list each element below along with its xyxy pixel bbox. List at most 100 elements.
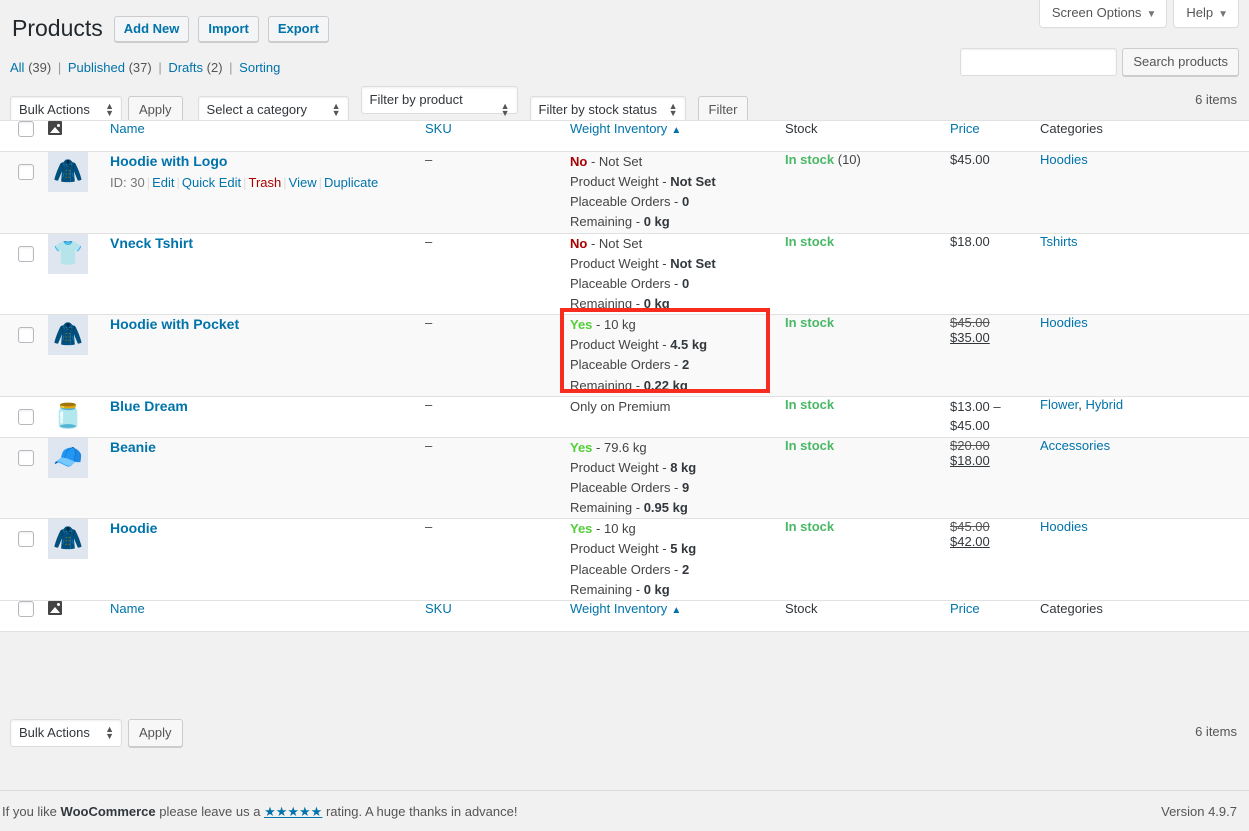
- weight-inventory-flag-line: Yes - 10 kg: [570, 521, 636, 537]
- stock-status: In stock: [785, 233, 835, 249]
- import-button[interactable]: Import: [198, 15, 259, 43]
- weight-inventory-flag-line: Yes - 79.6 kg: [570, 439, 647, 455]
- view-count-drafts: (2): [206, 60, 223, 75]
- price-column-header[interactable]: Price: [950, 120, 1040, 152]
- sort-name-link-footer[interactable]: Name: [110, 601, 145, 616]
- sku-column-header[interactable]: SKU: [425, 120, 570, 152]
- view-count-all: (39): [28, 60, 52, 75]
- category-link-hoodies[interactable]: Hoodies: [1040, 152, 1088, 167]
- stock-cell: In stock: [785, 396, 950, 437]
- row-checkbox[interactable]: [18, 327, 34, 344]
- row-action-separator: |: [283, 175, 287, 191]
- table-head: Name SKU Weight Inventory ▲ Stock Price C…: [0, 120, 1249, 152]
- export-button[interactable]: Export: [267, 15, 330, 43]
- sort-sku-link-footer[interactable]: SKU: [425, 601, 452, 616]
- product-name-cell: Vneck Tshirt: [110, 233, 425, 315]
- name-column-header[interactable]: Name: [110, 120, 425, 152]
- price-column-footer[interactable]: Price: [950, 599, 1040, 632]
- row-checkbox[interactable]: [18, 245, 34, 262]
- remaining-line: Remaining - 0 kg: [570, 581, 670, 597]
- product-type-select[interactable]: Filter by product type: [360, 86, 518, 133]
- product-title-link[interactable]: Hoodie with Logo: [110, 152, 425, 170]
- weight-inventory-column-footer[interactable]: Weight Inventory ▲: [570, 599, 785, 632]
- row-checkbox[interactable]: [18, 164, 34, 180]
- weight-inventory-flag: Yes: [570, 521, 593, 537]
- stock-status: In stock: [785, 315, 835, 331]
- category-link-accessories[interactable]: Accessories: [1040, 438, 1110, 453]
- sort-weight-inventory-link-footer[interactable]: Weight Inventory: [570, 601, 667, 616]
- screen-options-button[interactable]: Screen Options ▼: [1038, 0, 1168, 28]
- product-title-link[interactable]: Beanie: [110, 438, 425, 456]
- hoodie-pocket-thumb: 🧥: [48, 315, 88, 356]
- stock-cell: In stock: [785, 315, 950, 397]
- page-title-row: Products Add New Import Export: [12, 14, 330, 44]
- search-products-button[interactable]: Search products: [1122, 48, 1239, 76]
- sort-price-link[interactable]: Price: [950, 121, 980, 136]
- help-label: Help: [1186, 5, 1214, 20]
- rating-stars-link[interactable]: ★★★★★: [264, 804, 322, 819]
- weight-inventory-cell: Yes - 10 kg Product Weight - 5 kg Placeabl…: [570, 519, 785, 601]
- category-link-hoodies[interactable]: Hoodies: [1040, 315, 1088, 330]
- category-link-tshirts[interactable]: Tshirts: [1040, 234, 1078, 249]
- admin-page: Screen Options ▼ Help ▼ Products Add New I…: [0, 0, 1249, 831]
- hoodie-logo-thumb: 🧥: [48, 152, 88, 192]
- view-separator: |: [158, 60, 162, 75]
- bulk-actions-select-wrap-bottom: Bulk Actions ▲ ▼: [10, 719, 122, 747]
- product-title-link[interactable]: Blue Dream: [110, 397, 425, 415]
- view-link-all[interactable]: All: [10, 60, 24, 75]
- sort-weight-inventory-link[interactable]: Weight Inventory: [570, 121, 667, 136]
- sort-name-link[interactable]: Name: [110, 121, 145, 136]
- sku-cell: –: [425, 396, 570, 437]
- product-title-link[interactable]: Vneck Tshirt: [110, 234, 425, 252]
- categories-column-header: Categories: [1040, 120, 1249, 152]
- row-action-view[interactable]: View: [289, 175, 317, 190]
- row-action-edit[interactable]: Edit: [152, 175, 174, 190]
- product-weight-line: Product Weight - 4.5 kg: [570, 337, 708, 353]
- weight-inventory-column-header[interactable]: Weight Inventory ▲: [570, 120, 785, 152]
- add-new-button[interactable]: Add New: [113, 15, 190, 43]
- category-link-hoodies[interactable]: Hoodies: [1040, 519, 1088, 534]
- sku-column-footer[interactable]: SKU: [425, 599, 570, 632]
- table-row: 🧢 Beanie – Yes - 79.6 kg Product Weight - 8 …: [0, 437, 1249, 519]
- weight-inventory-cell: Yes - 10 kg Product Weight - 4.5 kg Placea…: [570, 315, 785, 397]
- product-weight-line: Product Weight - 8 kg: [570, 459, 697, 475]
- category-link-hybrid[interactable]: Hybrid: [1086, 397, 1124, 412]
- sort-price-link-footer[interactable]: Price: [950, 601, 980, 616]
- product-weight-value: Not Set: [670, 255, 716, 271]
- screen-meta-links: Screen Options ▼ Help ▼: [1038, 0, 1239, 28]
- view-link-sorting[interactable]: Sorting: [239, 60, 280, 75]
- sku-cell: –: [425, 437, 570, 519]
- help-button[interactable]: Help ▼: [1173, 0, 1239, 28]
- weight-inventory-cell: Only on Premium: [570, 396, 785, 437]
- product-thumbnail-cell: 🧥: [48, 315, 110, 397]
- view-link-drafts[interactable]: Drafts: [168, 60, 203, 75]
- row-select-cell: [0, 437, 48, 519]
- search-input[interactable]: [960, 48, 1118, 76]
- footer-thankyou-text: If you like WooCommerce please leave us …: [2, 804, 517, 820]
- select-all-checkbox[interactable]: [18, 121, 34, 137]
- vneck-tshirt-thumb: 👕: [48, 233, 88, 274]
- weight-inventory-flag: Yes: [570, 439, 593, 455]
- chevron-down-icon: ▼: [1146, 9, 1157, 20]
- blue-dream-thumb: 🫙: [53, 402, 83, 430]
- select-all-checkbox-footer[interactable]: [18, 600, 34, 617]
- row-checkbox[interactable]: [18, 531, 34, 548]
- footer-text-before: If you like: [2, 804, 61, 819]
- name-column-footer[interactable]: Name: [110, 599, 425, 632]
- category-link-flower[interactable]: Flower: [1040, 397, 1078, 412]
- row-action-separator: |: [146, 175, 151, 191]
- row-checkbox[interactable]: [18, 408, 34, 425]
- row-action-trash[interactable]: Trash: [249, 175, 282, 190]
- product-title-link[interactable]: Hoodie: [110, 519, 425, 537]
- row-checkbox[interactable]: [18, 449, 34, 466]
- apply-button-bottom[interactable]: Apply: [128, 719, 183, 747]
- row-action-quick-edit[interactable]: Quick Edit: [182, 175, 241, 190]
- view-link-published[interactable]: Published: [68, 60, 125, 75]
- row-action-duplicate[interactable]: Duplicate: [324, 175, 378, 190]
- product-title-link[interactable]: Hoodie with Pocket: [110, 315, 425, 333]
- product-weight-line: Product Weight - 5 kg: [570, 541, 697, 557]
- table-foot: Name SKU Weight Inventory ▲ Stock Price C…: [0, 599, 1249, 632]
- weight-inventory-flag-line: Yes - 10 kg: [570, 317, 636, 333]
- bulk-actions-select-bottom[interactable]: Bulk Actions: [10, 719, 122, 747]
- sort-sku-link[interactable]: SKU: [425, 121, 452, 136]
